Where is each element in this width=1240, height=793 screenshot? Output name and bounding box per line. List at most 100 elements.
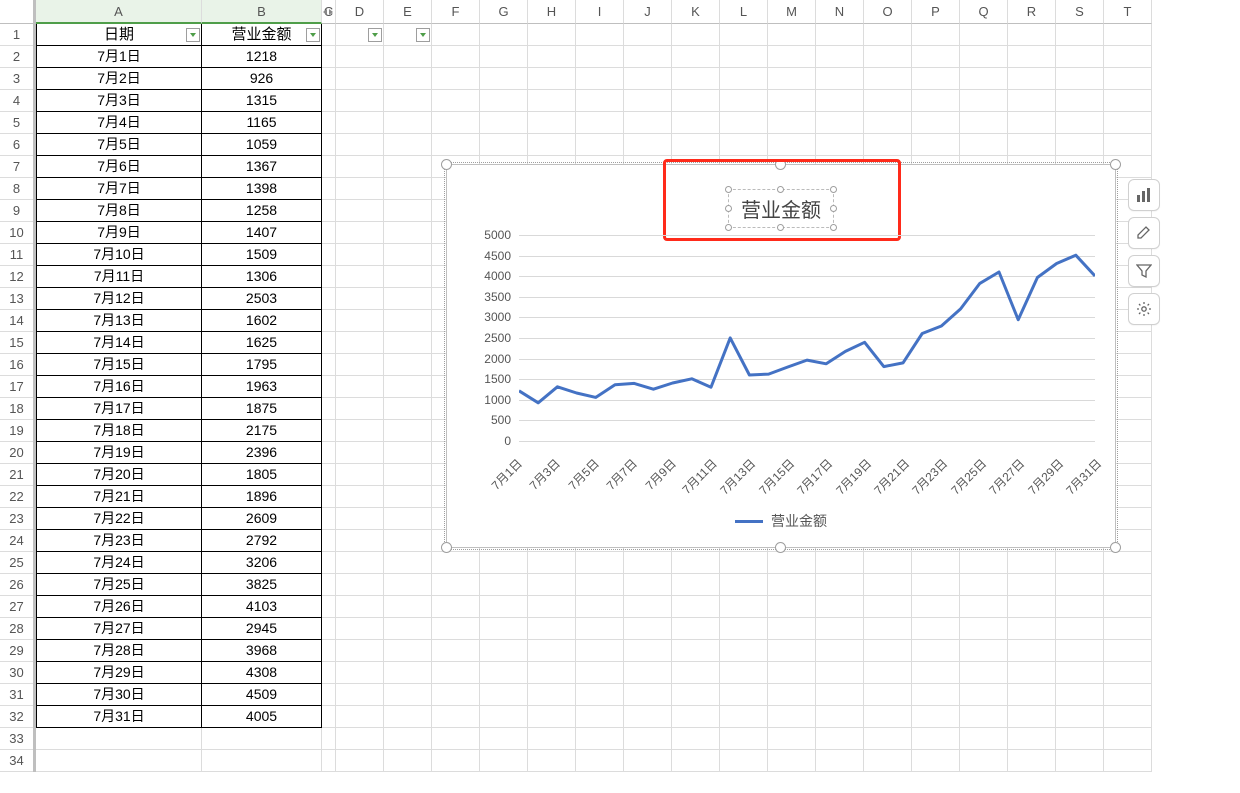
cell-P3[interactable] bbox=[912, 68, 960, 90]
cell-B33[interactable] bbox=[202, 728, 322, 750]
cell-N1[interactable] bbox=[816, 24, 864, 46]
cell-A10[interactable]: 7月9日 bbox=[36, 222, 202, 244]
cell-O34[interactable] bbox=[864, 750, 912, 772]
cell-F28[interactable] bbox=[432, 618, 480, 640]
cell-B7[interactable]: 1367 bbox=[202, 156, 322, 178]
cell-L6[interactable] bbox=[720, 134, 768, 156]
cell-P29[interactable] bbox=[912, 640, 960, 662]
cell-F1[interactable] bbox=[432, 24, 480, 46]
cell-D16[interactable] bbox=[336, 354, 384, 376]
cell-E11[interactable] bbox=[384, 244, 432, 266]
cell-K3[interactable] bbox=[672, 68, 720, 90]
cell-F3[interactable] bbox=[432, 68, 480, 90]
cell-D14[interactable] bbox=[336, 310, 384, 332]
cell-L26[interactable] bbox=[720, 574, 768, 596]
cell-R2[interactable] bbox=[1008, 46, 1056, 68]
cell-P33[interactable] bbox=[912, 728, 960, 750]
cell-E12[interactable] bbox=[384, 266, 432, 288]
cell-J33[interactable] bbox=[624, 728, 672, 750]
cell-B16[interactable]: 1795 bbox=[202, 354, 322, 376]
cell-C5[interactable] bbox=[322, 112, 336, 134]
cell-K28[interactable] bbox=[672, 618, 720, 640]
cell-O26[interactable] bbox=[864, 574, 912, 596]
cell-F4[interactable] bbox=[432, 90, 480, 112]
cell-L28[interactable] bbox=[720, 618, 768, 640]
filter-dropdown-D1[interactable] bbox=[368, 28, 382, 42]
cell-D8[interactable] bbox=[336, 178, 384, 200]
cell-J29[interactable] bbox=[624, 640, 672, 662]
cell-T30[interactable] bbox=[1104, 662, 1152, 684]
cell-D30[interactable] bbox=[336, 662, 384, 684]
cell-Q25[interactable] bbox=[960, 552, 1008, 574]
chart-settings-button[interactable] bbox=[1128, 293, 1160, 325]
cell-C14[interactable] bbox=[322, 310, 336, 332]
cell-N32[interactable] bbox=[816, 706, 864, 728]
cell-H5[interactable] bbox=[528, 112, 576, 134]
row-header-2[interactable]: 2 bbox=[0, 46, 33, 68]
cell-G31[interactable] bbox=[480, 684, 528, 706]
cell-O6[interactable] bbox=[864, 134, 912, 156]
cell-A31[interactable]: 7月30日 bbox=[36, 684, 202, 706]
cell-Q32[interactable] bbox=[960, 706, 1008, 728]
cell-L27[interactable] bbox=[720, 596, 768, 618]
cell-K31[interactable] bbox=[672, 684, 720, 706]
row-header-24[interactable]: 24 bbox=[0, 530, 33, 552]
cell-O29[interactable] bbox=[864, 640, 912, 662]
cell-B5[interactable]: 1165 bbox=[202, 112, 322, 134]
cell-L33[interactable] bbox=[720, 728, 768, 750]
cell-Q28[interactable] bbox=[960, 618, 1008, 640]
column-header-A[interactable]: A bbox=[36, 0, 202, 24]
cell-H31[interactable] bbox=[528, 684, 576, 706]
cell-F27[interactable] bbox=[432, 596, 480, 618]
cell-L4[interactable] bbox=[720, 90, 768, 112]
row-header-29[interactable]: 29 bbox=[0, 640, 33, 662]
cell-C22[interactable] bbox=[322, 486, 336, 508]
cell-S4[interactable] bbox=[1056, 90, 1104, 112]
cell-C34[interactable] bbox=[322, 750, 336, 772]
cell-E23[interactable] bbox=[384, 508, 432, 530]
cell-G29[interactable] bbox=[480, 640, 528, 662]
cell-N27[interactable] bbox=[816, 596, 864, 618]
row-header-7[interactable]: 7 bbox=[0, 156, 33, 178]
cell-J4[interactable] bbox=[624, 90, 672, 112]
cell-F6[interactable] bbox=[432, 134, 480, 156]
cell-H32[interactable] bbox=[528, 706, 576, 728]
cell-E27[interactable] bbox=[384, 596, 432, 618]
cell-C3[interactable] bbox=[322, 68, 336, 90]
cell-H28[interactable] bbox=[528, 618, 576, 640]
cell-M3[interactable] bbox=[768, 68, 816, 90]
cell-A4[interactable]: 7月3日 bbox=[36, 90, 202, 112]
cell-C24[interactable] bbox=[322, 530, 336, 552]
row-header-22[interactable]: 22 bbox=[0, 486, 33, 508]
cell-C28[interactable] bbox=[322, 618, 336, 640]
chart-object[interactable]: 营业金额 05001000150020002500300035004000450… bbox=[446, 164, 1116, 548]
cell-B4[interactable]: 1315 bbox=[202, 90, 322, 112]
cell-T31[interactable] bbox=[1104, 684, 1152, 706]
cell-D9[interactable] bbox=[336, 200, 384, 222]
column-header-R[interactable]: R bbox=[1008, 0, 1056, 24]
cell-E19[interactable] bbox=[384, 420, 432, 442]
cell-I2[interactable] bbox=[576, 46, 624, 68]
cell-T34[interactable] bbox=[1104, 750, 1152, 772]
cell-S31[interactable] bbox=[1056, 684, 1104, 706]
cell-D6[interactable] bbox=[336, 134, 384, 156]
cell-G26[interactable] bbox=[480, 574, 528, 596]
cell-M27[interactable] bbox=[768, 596, 816, 618]
cell-P31[interactable] bbox=[912, 684, 960, 706]
cell-E5[interactable] bbox=[384, 112, 432, 134]
cell-F26[interactable] bbox=[432, 574, 480, 596]
cell-H6[interactable] bbox=[528, 134, 576, 156]
title-handle[interactable] bbox=[830, 186, 837, 193]
cell-G34[interactable] bbox=[480, 750, 528, 772]
cell-E15[interactable] bbox=[384, 332, 432, 354]
column-header-N[interactable]: N bbox=[816, 0, 864, 24]
cell-S32[interactable] bbox=[1056, 706, 1104, 728]
cell-E14[interactable] bbox=[384, 310, 432, 332]
cell-F2[interactable] bbox=[432, 46, 480, 68]
cell-L1[interactable] bbox=[720, 24, 768, 46]
cell-P28[interactable] bbox=[912, 618, 960, 640]
cell-S6[interactable] bbox=[1056, 134, 1104, 156]
cell-A15[interactable]: 7月14日 bbox=[36, 332, 202, 354]
cell-C6[interactable] bbox=[322, 134, 336, 156]
cell-C16[interactable] bbox=[322, 354, 336, 376]
